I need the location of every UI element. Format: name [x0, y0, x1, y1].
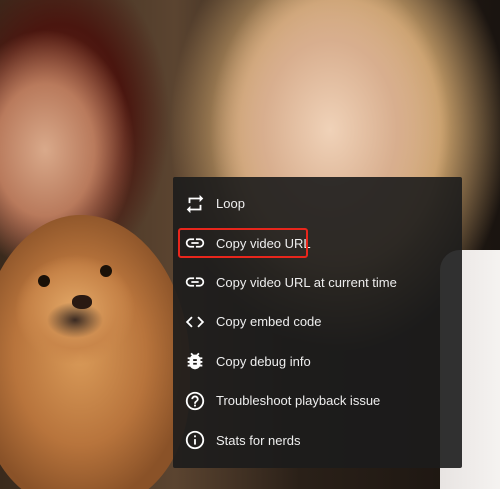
menu-item-copy-video-url-at-time[interactable]: Copy video URL at current time: [173, 263, 462, 302]
menu-item-loop[interactable]: Loop: [173, 184, 462, 223]
menu-item-stats-for-nerds[interactable]: Stats for nerds: [173, 420, 462, 459]
loop-icon: [184, 193, 206, 215]
bug-icon: [184, 350, 206, 372]
dog-eye-left: [38, 275, 50, 287]
video-background-dog: [0, 215, 190, 489]
menu-item-troubleshoot-playback[interactable]: Troubleshoot playback issue: [173, 381, 462, 420]
code-icon: [184, 311, 206, 333]
menu-item-label: Loop: [216, 196, 245, 212]
menu-item-label: Copy debug info: [216, 353, 311, 369]
info-icon: [184, 429, 206, 451]
player-context-menu: Loop Copy video URL Copy video URL at cu…: [173, 177, 462, 468]
link-icon: [184, 232, 206, 254]
help-icon: [184, 390, 206, 412]
menu-item-copy-embed-code[interactable]: Copy embed code: [173, 302, 462, 341]
dog-nose: [72, 295, 92, 309]
menu-item-copy-debug-info[interactable]: Copy debug info: [173, 342, 462, 381]
menu-item-label: Copy video URL at current time: [216, 274, 397, 290]
menu-item-label: Copy embed code: [216, 314, 322, 330]
menu-item-copy-video-url[interactable]: Copy video URL: [173, 223, 462, 262]
menu-item-label: Troubleshoot playback issue: [216, 393, 381, 409]
link-icon: [184, 271, 206, 293]
menu-item-label: Copy video URL: [216, 235, 311, 251]
dog-eye-right: [100, 265, 112, 277]
menu-item-label: Stats for nerds: [216, 432, 301, 448]
